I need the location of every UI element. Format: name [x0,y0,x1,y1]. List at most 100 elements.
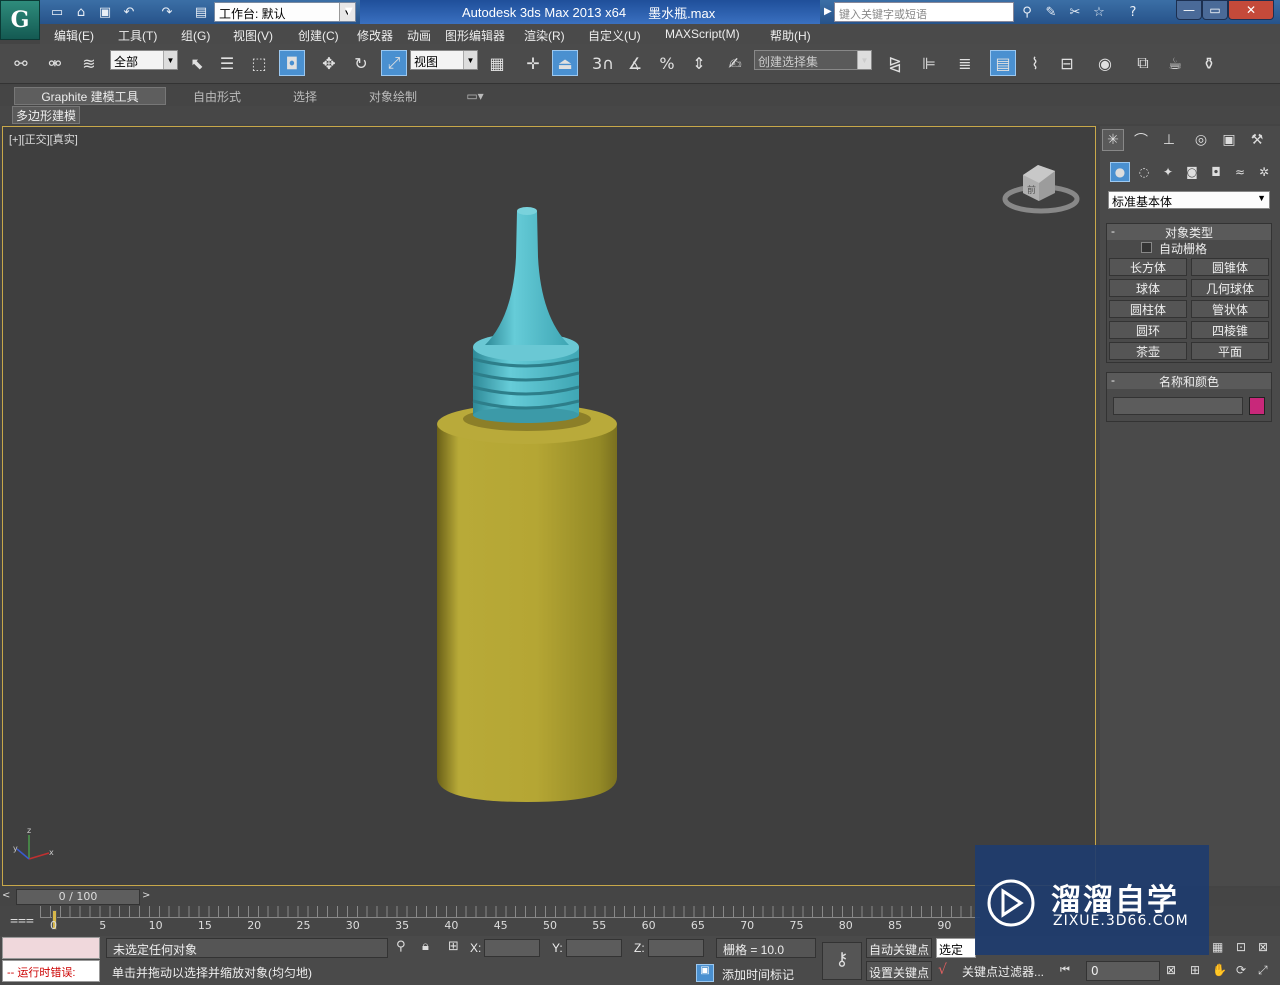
hierarchy-tab-icon[interactable]: ⊥ [1158,129,1180,151]
new-file-icon[interactable]: ▭ [48,3,66,21]
perspective-viewport[interactable]: [+][正交][真实] 前 z x y [2,126,1096,886]
menu-rendering[interactable]: 渲染(R) [524,27,565,44]
orbit-icon[interactable]: ⟳ [1236,963,1246,977]
spinner-snap-icon[interactable]: ⇕ [686,50,712,76]
menu-edit[interactable]: 编辑(E) [54,27,94,44]
slider-prev-icon[interactable]: < [2,890,16,904]
set-key-mode-icon[interactable]: ⚷ [822,942,862,980]
menu-animation[interactable]: 动画 [407,27,431,44]
reference-coordinate-dropdown[interactable]: 视图 ▼ [410,50,478,70]
object-name-input[interactable] [1113,397,1243,415]
ribbon-options-icon[interactable]: ▭▾ [462,87,488,105]
key-filters-button[interactable]: 关键点过滤器... [962,963,1044,980]
selection-filter-dropdown[interactable]: 全部 ▼ [110,50,178,70]
edit-named-selection-icon[interactable]: ✍ [722,50,748,76]
select-object-icon[interactable]: ⬉ [184,50,210,76]
subscription-icon[interactable]: ✎ [1042,3,1060,21]
scale-icon[interactable]: ⤢ [381,50,407,76]
tube-button[interactable]: 管状体 [1191,300,1269,318]
mirror-icon[interactable]: ⧎ [882,50,908,76]
rotate-icon[interactable]: ↻ [348,50,374,76]
workspace-menu-icon[interactable]: ▼ [345,6,353,17]
field-of-view-icon[interactable]: ⊠ [1258,940,1268,954]
display-tab-icon[interactable]: ▣ [1218,129,1240,151]
cone-button[interactable]: 圆锥体 [1191,258,1269,276]
motion-tab-icon[interactable]: ◎ [1190,129,1212,151]
rectangular-selection-icon[interactable]: ⬚ [246,50,272,76]
lights-icon[interactable]: ✦ [1158,162,1178,182]
name-color-header[interactable]: - 名称和颜色 [1107,373,1271,389]
time-config-icon[interactable]: ⊠ [1166,963,1176,977]
mini-curve-editor-icon[interactable]: ⩶ [10,912,34,930]
menu-group[interactable]: 组(G) [181,27,210,44]
material-editor-icon[interactable]: ◉ [1092,50,1118,76]
search-input[interactable]: 键入关键字或短语 [834,2,1014,22]
y-coordinate-input[interactable] [566,939,622,957]
systems-icon[interactable]: ✲ [1254,162,1274,182]
z-coordinate-input[interactable] [648,939,704,957]
move-icon[interactable]: ✥ [316,50,342,76]
render-setup-icon[interactable]: ⧉ [1130,50,1156,76]
communication-icon[interactable]: ✂ [1066,3,1084,21]
schematic-view-icon[interactable]: ⊟ [1054,50,1080,76]
search-expand-icon[interactable]: ▶ [824,6,832,17]
tab-graphite[interactable]: Graphite 建模工具 [14,87,166,105]
select-manipulate-icon[interactable]: ✛ [520,50,546,76]
object-type-header[interactable]: - 对象类型 [1107,224,1271,240]
create-tab-icon[interactable]: ✳ [1102,129,1124,151]
torus-button[interactable]: 圆环 [1109,321,1187,339]
helpers-icon[interactable]: ◘ [1206,162,1226,182]
pan-hand-icon[interactable]: ✋ [1212,963,1227,977]
slider-next-icon[interactable]: > [142,890,156,904]
angle-snap-icon[interactable]: ∡ [622,50,648,76]
tab-selection[interactable]: 选择 [268,87,342,105]
zoom-region-icon[interactable]: ⊡ [1236,940,1246,954]
keyboard-shortcut-override-icon[interactable]: ⏏ [552,50,578,76]
plane-button[interactable]: 平面 [1191,342,1269,360]
close-button[interactable]: ✕ [1228,0,1274,20]
box-button[interactable]: 长方体 [1109,258,1187,276]
tab-polygon-modeling[interactable]: 多边形建模 [12,106,80,124]
menu-customize[interactable]: 自定义(U) [588,27,641,44]
favorites-star-icon[interactable]: ☆ [1090,3,1108,21]
zoom-extents-icon[interactable]: ⊞ [1190,963,1200,977]
help-icon[interactable]: ? [1124,3,1142,21]
tab-object-paint[interactable]: 对象绘制 [348,87,438,105]
category-dropdown[interactable]: 标准基本体 ▼ [1108,191,1270,209]
geosphere-button[interactable]: 几何球体 [1191,279,1269,297]
autogrid-checkbox[interactable] [1141,242,1152,253]
open-file-icon[interactable]: ⌂ [72,3,90,21]
align-icon[interactable]: ⊫ [916,50,942,76]
undo-icon[interactable]: ↶ [120,3,138,21]
snaps-toggle-icon[interactable]: 3 ∩ [590,50,616,76]
minimize-button[interactable]: — [1176,0,1202,20]
tab-freeform[interactable]: 自由形式 [172,87,262,105]
object-color-swatch[interactable] [1249,397,1265,415]
current-frame-input[interactable]: 0 [1086,961,1160,981]
menu-graph-editors[interactable]: 图形编辑器 [445,27,505,44]
time-slider-thumb[interactable]: 0 / 100 [16,889,140,905]
isolate-selection-icon[interactable]: ⚲ [396,939,406,954]
time-tag-icon[interactable]: ▣ [696,964,714,982]
curve-editor-icon[interactable]: ⌇ [1022,50,1048,76]
rendered-frame-window-icon[interactable]: ☕ [1162,50,1188,76]
selection-lock-icon[interactable]: 🔒︎ [422,939,429,954]
maximize-button[interactable]: ▭ [1202,0,1228,20]
absolute-mode-icon[interactable]: ⊞ [448,939,459,954]
cylinder-button[interactable]: 圆柱体 [1109,300,1187,318]
render-production-icon[interactable]: ⚱ [1196,50,1222,76]
maximize-viewport-icon[interactable]: ⤢ [1258,963,1268,978]
menu-tools[interactable]: 工具(T) [118,27,157,44]
cameras-icon[interactable]: ◙ [1182,162,1202,182]
auto-key-button[interactable]: 自动关键点 [866,938,932,958]
menu-modifiers[interactable]: 修改器 [357,27,393,44]
project-folder-icon[interactable]: ▤ [192,3,210,21]
layer-manager-icon[interactable]: ≣ [952,50,978,76]
pyramid-button[interactable]: 四棱锥 [1191,321,1269,339]
maxscript-listener-input[interactable] [2,937,100,959]
geometry-icon[interactable]: ● [1110,162,1130,182]
selected-set-dropdown[interactable]: 选定对 [936,938,976,958]
menu-maxscript[interactable]: MAXScript(M) [665,27,740,41]
pivot-center-icon[interactable]: ▦ [484,50,510,76]
window-crossing-icon[interactable]: ◘ [279,50,305,76]
